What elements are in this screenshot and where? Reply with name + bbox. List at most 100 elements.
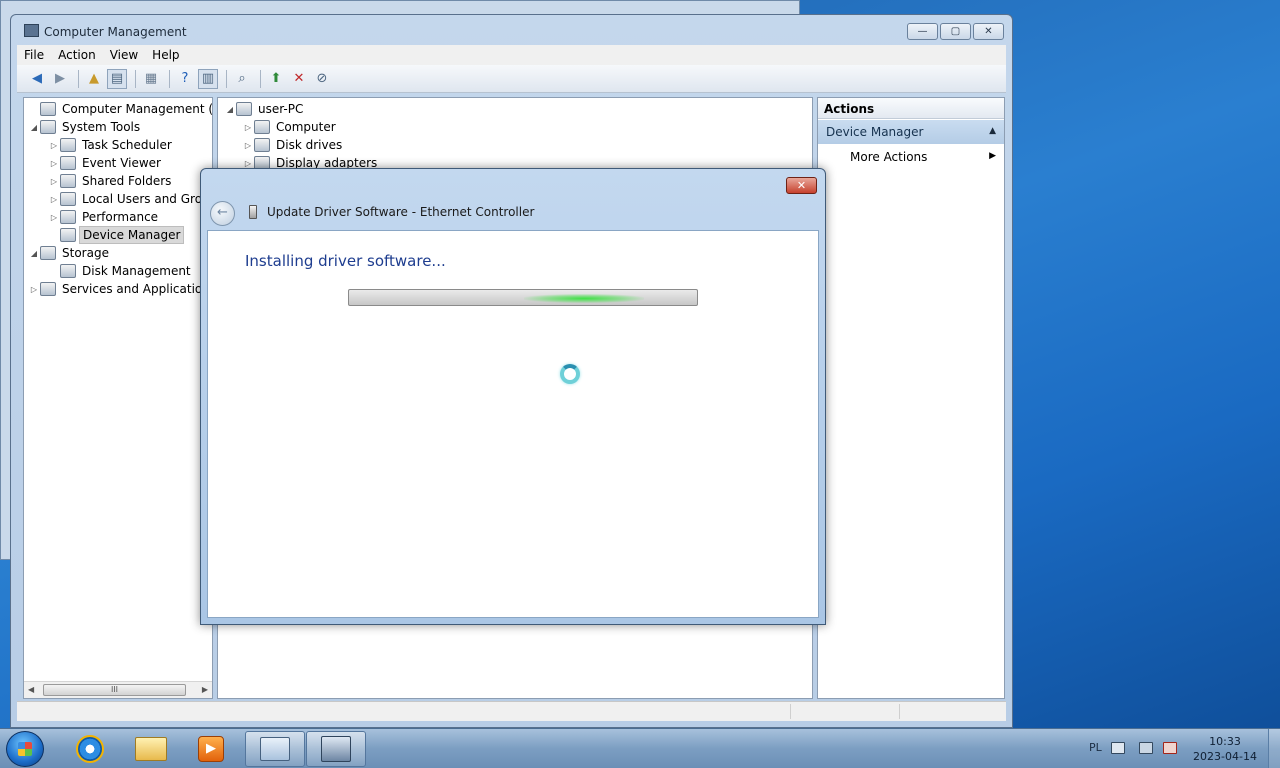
device-item-disk-drives[interactable]: ▷ Disk drives [242, 136, 345, 154]
tree-item-local-users[interactable]: ▷ Local Users and Group [48, 190, 212, 208]
internet-explorer-icon [76, 735, 104, 763]
tree-item-label: Computer Management (Local [62, 102, 213, 116]
dialog-close-button[interactable]: ✕ [786, 177, 817, 194]
menu-action[interactable]: Action [51, 48, 103, 62]
collapsed-arrow-icon[interactable]: ▷ [242, 141, 254, 150]
tree-item-services[interactable]: ▷ Services and Applications [28, 280, 212, 298]
disable-device-icon[interactable]: ⊘ [312, 69, 332, 89]
submenu-arrow-icon[interactable]: ▶ [989, 151, 996, 161]
collapsed-arrow-icon[interactable]: ▷ [48, 141, 60, 150]
windows-logo-icon [18, 742, 32, 756]
language-indicator[interactable]: PL [1089, 741, 1102, 754]
services-icon [40, 282, 56, 296]
tree-item-storage[interactable]: ◢ Storage [28, 244, 112, 262]
properties-icon[interactable]: ▦ [141, 69, 161, 89]
title-bar[interactable]: Computer Management — ▢ ✕ [11, 15, 1012, 45]
taskbar-internet-explorer[interactable] [60, 731, 120, 767]
collapsed-arrow-icon[interactable]: ▷ [48, 195, 60, 204]
update-driver-icon[interactable]: ⬆ [266, 69, 286, 89]
maximize-button[interactable]: ▢ [940, 23, 971, 40]
disk-drive-icon [254, 138, 270, 152]
device-root[interactable]: ◢ user-PC [224, 100, 306, 118]
taskbar-media-player[interactable]: ▶ [181, 731, 241, 767]
tree-item-task-scheduler[interactable]: ▷ Task Scheduler [48, 136, 175, 154]
scroll-left-icon[interactable]: ◀ [28, 685, 34, 694]
tools-icon [40, 120, 56, 134]
collapsed-arrow-icon[interactable]: ▷ [242, 159, 254, 168]
menu-file[interactable]: File [17, 48, 51, 62]
computer-management-icon [260, 737, 290, 761]
tree-item-event-viewer[interactable]: ▷ Event Viewer [48, 154, 164, 172]
tree-item-performance[interactable]: ▷ Performance [48, 208, 161, 226]
back-button[interactable]: ← [210, 201, 235, 226]
media-player-icon: ▶ [198, 736, 224, 762]
progress-marquee [524, 294, 644, 303]
collapsed-arrow-icon[interactable]: ▷ [48, 177, 60, 186]
expand-arrow-icon[interactable]: ◢ [28, 249, 40, 258]
tree-item-device-manager[interactable]: Device Manager [48, 226, 185, 244]
keyboard-icon[interactable] [1111, 742, 1125, 754]
actions-section-device-manager[interactable]: Device Manager ▲ [818, 120, 1004, 144]
show-console-tree-icon[interactable]: ▤ [107, 68, 127, 89]
collapsed-arrow-icon[interactable]: ▷ [48, 213, 60, 222]
monitor-icon [254, 120, 270, 134]
show-desktop-button[interactable] [1268, 729, 1280, 768]
up-folder-icon[interactable]: ▲ [84, 69, 104, 89]
more-actions-link[interactable]: More Actions [850, 150, 927, 164]
help-icon[interactable]: ? [175, 69, 195, 89]
collapsed-arrow-icon[interactable]: ▷ [28, 285, 40, 294]
forward-arrow-icon[interactable]: ▶ [50, 69, 70, 89]
toolbar-separator [226, 69, 227, 88]
clock[interactable]: 10:33 2023-04-14 [1192, 734, 1258, 764]
device-item-label: Computer [276, 120, 336, 134]
toolbar-separator [260, 69, 261, 88]
menu-help[interactable]: Help [145, 48, 186, 62]
tree-item-label: Device Manager [79, 226, 185, 244]
uninstall-icon[interactable]: ✕ [289, 69, 309, 89]
window-title: Computer Management [44, 25, 187, 39]
minimize-button[interactable]: — [907, 23, 938, 40]
busy-spinner-icon [560, 364, 580, 384]
tree-item-label: Shared Folders [82, 174, 172, 188]
tree-item-disk-management[interactable]: Disk Management [48, 262, 194, 280]
taskbar-device-manager[interactable] [306, 731, 366, 767]
tree-item-shared-folders[interactable]: ▷ Shared Folders [48, 172, 174, 190]
close-button[interactable]: ✕ [973, 23, 1004, 40]
tree-item-system-tools[interactable]: ◢ System Tools [28, 118, 143, 136]
scan-hardware-icon[interactable]: ⌕ [232, 69, 252, 89]
shared-folder-icon [60, 174, 76, 188]
expand-arrow-icon[interactable]: ◢ [28, 123, 40, 132]
console-tree[interactable]: Computer Management (Local ◢ System Tool… [23, 97, 213, 699]
tree-item-label: Performance [82, 210, 159, 224]
status-divider [790, 704, 791, 719]
menu-view[interactable]: View [103, 48, 145, 62]
taskbar-computer-management[interactable] [245, 731, 305, 767]
storage-icon [40, 246, 56, 260]
start-button[interactable] [6, 731, 44, 767]
clock-date: 2023-04-14 [1193, 750, 1257, 763]
back-arrow-icon[interactable]: ◀ [27, 69, 47, 89]
computer-management-icon [40, 102, 56, 116]
horizontal-scrollbar[interactable]: ◀ III ▶ [24, 681, 212, 698]
volume-muted-icon[interactable] [1163, 742, 1177, 754]
collapsed-arrow-icon[interactable]: ▷ [48, 159, 60, 168]
tree-item-computer-management[interactable]: Computer Management (Local [28, 100, 213, 118]
device-item-label: Disk drives [276, 138, 343, 152]
scroll-thumb[interactable]: III [43, 684, 186, 696]
network-icon[interactable] [1139, 742, 1153, 754]
toolbar-separator [78, 69, 79, 88]
disk-icon [60, 264, 76, 278]
scroll-right-icon[interactable]: ▶ [202, 685, 208, 694]
folder-icon [135, 737, 167, 761]
collapsed-arrow-icon[interactable]: ▷ [242, 123, 254, 132]
device-item-computer[interactable]: ▷ Computer [242, 118, 339, 136]
expand-arrow-icon[interactable]: ◢ [224, 105, 236, 114]
network-device-icon [249, 205, 257, 219]
window-controls: — ▢ ✕ [905, 23, 1004, 40]
taskbar: ▶ PL 10:33 2023-04-14 [0, 728, 1280, 768]
action-pane-icon[interactable]: ▥ [198, 68, 218, 89]
actions-pane: Actions Device Manager ▲ More Actions ▶ [817, 97, 1005, 699]
menu-bar: File Action View Help [17, 45, 1006, 65]
taskbar-explorer[interactable] [121, 731, 181, 767]
collapse-up-icon[interactable]: ▲ [989, 126, 996, 136]
